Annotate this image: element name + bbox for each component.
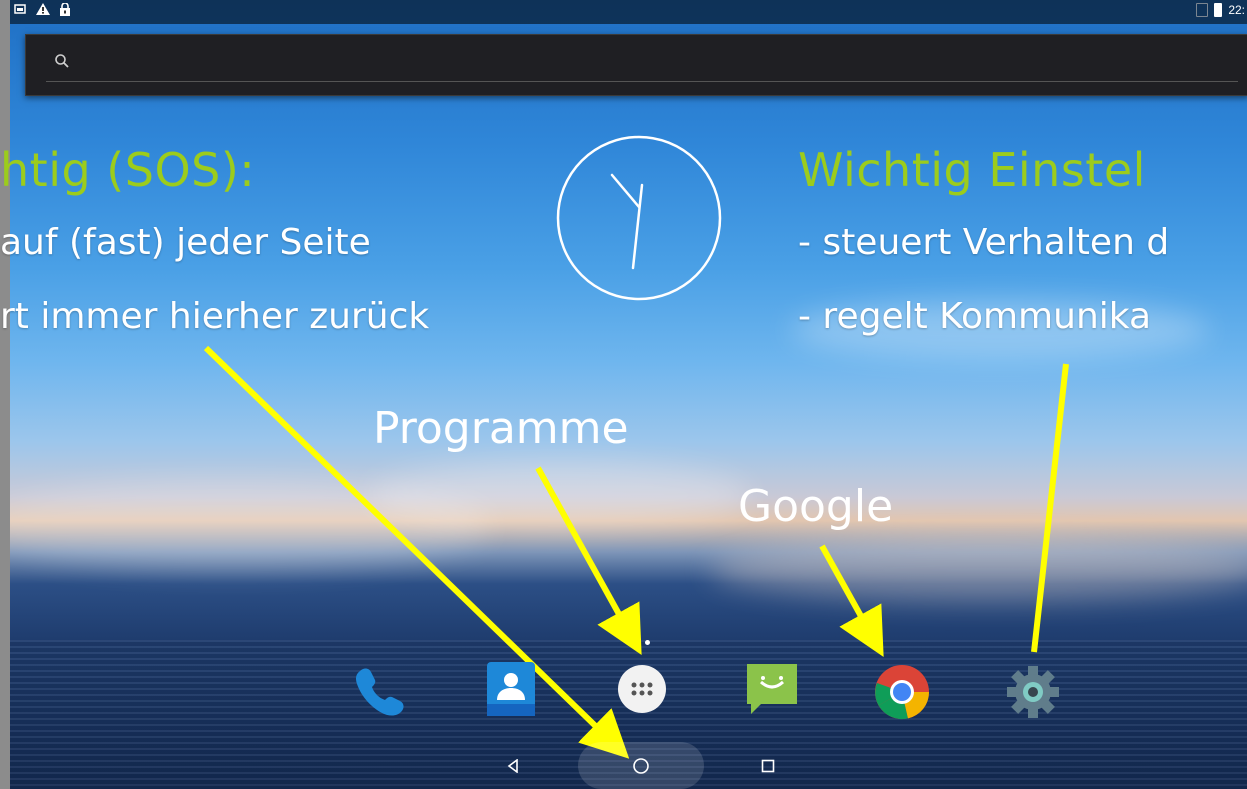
sos-line-2: rt immer hierher zurück xyxy=(0,296,430,337)
app-drawer[interactable] xyxy=(612,659,672,719)
page-indicator-dot xyxy=(645,640,650,645)
contacts-icon xyxy=(487,662,535,716)
contacts-app[interactable] xyxy=(481,658,541,718)
settings-line-1: - steuert Verhalten d xyxy=(798,222,1170,263)
no-sim-icon xyxy=(1196,3,1209,17)
back-button[interactable] xyxy=(493,746,533,786)
recents-button[interactable] xyxy=(748,746,788,786)
back-icon xyxy=(507,759,518,773)
sos-line-1: auf (fast) jeder Seite xyxy=(0,222,371,263)
status-bar: 22: xyxy=(10,0,1247,24)
home-icon xyxy=(633,758,649,774)
google-search-bar[interactable] xyxy=(25,34,1247,96)
settings-app[interactable] xyxy=(1003,662,1063,722)
sos-title: htig (SOS): xyxy=(0,143,256,197)
analog-clock-widget[interactable] xyxy=(556,135,722,301)
settings-title: Wichtig Einstel xyxy=(798,143,1146,197)
lock-icon xyxy=(60,2,70,20)
chrome-app[interactable] xyxy=(872,662,932,722)
status-time: 22: xyxy=(1228,3,1245,17)
search-icon xyxy=(55,54,69,68)
home-button[interactable] xyxy=(621,746,661,786)
search-input[interactable] xyxy=(82,49,1186,75)
settings-line-2: - regelt Kommunika xyxy=(798,296,1152,337)
chrome-icon xyxy=(875,665,930,720)
screenshot-icon xyxy=(14,3,26,20)
messaging-icon xyxy=(747,664,797,714)
google-label: Google xyxy=(738,481,894,532)
battery-icon xyxy=(1214,3,1223,17)
messaging-app[interactable] xyxy=(742,660,802,720)
app-drawer-icon xyxy=(618,665,666,713)
phone-icon xyxy=(356,668,404,716)
warning-icon xyxy=(36,3,50,20)
programs-label: Programme xyxy=(373,403,629,454)
phone-app[interactable] xyxy=(350,659,410,719)
recents-icon xyxy=(761,759,775,773)
settings-icon xyxy=(1007,666,1059,718)
